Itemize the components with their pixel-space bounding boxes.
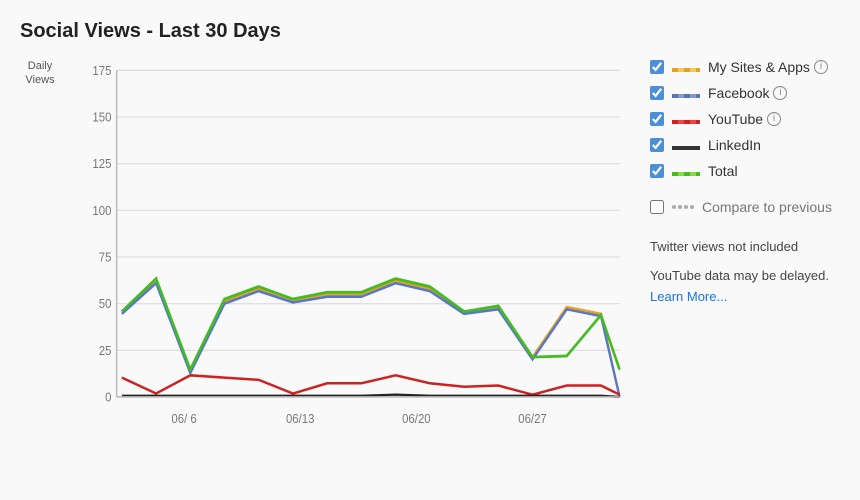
legend-checkbox-my-sites[interactable] [650, 60, 664, 74]
legend-label-facebook: Facebook i [708, 85, 787, 101]
svg-text:06/13: 06/13 [286, 412, 315, 427]
legend-item-linkedin: LinkedIn [650, 137, 840, 153]
svg-text:75: 75 [99, 250, 112, 265]
svg-text:06/20: 06/20 [402, 412, 431, 427]
compare-section: Compare to previous [650, 199, 840, 215]
notes-section: Twitter views not included YouTube data … [650, 237, 840, 307]
youtube-note-text: YouTube data may be delayed. [650, 268, 829, 283]
legend-label-text-my-sites: My Sites & Apps [708, 59, 810, 75]
svg-text:175: 175 [92, 63, 111, 78]
series-sites [122, 281, 620, 397]
compare-dots-icon [672, 205, 694, 209]
svg-text:06/27: 06/27 [518, 412, 547, 427]
legend-label-linkedin: LinkedIn [708, 137, 761, 153]
legend-checkbox-linkedin[interactable] [650, 138, 664, 152]
page-title: Social Views - Last 30 Days [20, 20, 840, 43]
compare-label[interactable]: Compare to previous [702, 199, 832, 215]
legend-icon-linkedin [672, 146, 700, 150]
legend-checkbox-facebook[interactable] [650, 86, 664, 100]
learn-more-link[interactable]: Learn More... [650, 289, 727, 304]
chart-inner: 175 150 125 100 75 50 25 0 06/ 6 06/13 0… [70, 59, 630, 480]
svg-text:150: 150 [92, 110, 111, 125]
legend-label-total: Total [708, 163, 738, 179]
legend-icon-facebook [672, 94, 700, 98]
chart-container: Daily Views 175 150 125 100 75 50 25 [20, 59, 840, 480]
legend-label-text-facebook: Facebook [708, 85, 769, 101]
info-icon-my-sites[interactable]: i [814, 60, 828, 74]
legend-item-my-sites: My Sites & Apps i [650, 59, 840, 75]
legend-label-text-youtube: YouTube [708, 111, 763, 127]
legend-panel: My Sites & Apps i Facebook i YouTube i LinkedI… [630, 59, 840, 480]
svg-text:50: 50 [99, 297, 112, 312]
chart-svg: 175 150 125 100 75 50 25 0 06/ 6 06/13 0… [70, 59, 630, 480]
legend-label-youtube: YouTube i [708, 111, 781, 127]
svg-text:125: 125 [92, 157, 111, 172]
legend-item-total: Total [650, 163, 840, 179]
info-icon-youtube[interactable]: i [767, 112, 781, 126]
legend-icon-youtube [672, 120, 700, 124]
chart-area: Daily Views 175 150 125 100 75 50 25 [20, 59, 630, 480]
legend-item-youtube: YouTube i [650, 111, 840, 127]
y-axis-label: Daily Views [20, 59, 60, 88]
legend-label-my-sites: My Sites & Apps i [708, 59, 828, 75]
legend-label-text-total: Total [708, 163, 738, 179]
svg-text:0: 0 [105, 390, 112, 405]
twitter-note: Twitter views not included [650, 237, 840, 258]
legend-checkbox-total[interactable] [650, 164, 664, 178]
svg-text:06/ 6: 06/ 6 [171, 412, 197, 427]
legend-icon-my-sites [672, 68, 700, 72]
compare-checkbox[interactable] [650, 200, 664, 214]
series-youtube [122, 375, 620, 394]
legend-icon-total [672, 172, 700, 176]
info-icon-facebook[interactable]: i [773, 86, 787, 100]
legend-label-text-linkedin: LinkedIn [708, 137, 761, 153]
svg-text:100: 100 [92, 203, 111, 218]
youtube-note: YouTube data may be delayed. Learn More.… [650, 266, 840, 308]
svg-text:25: 25 [99, 343, 112, 358]
legend-checkbox-youtube[interactable] [650, 112, 664, 126]
legend-item-facebook: Facebook i [650, 85, 840, 101]
